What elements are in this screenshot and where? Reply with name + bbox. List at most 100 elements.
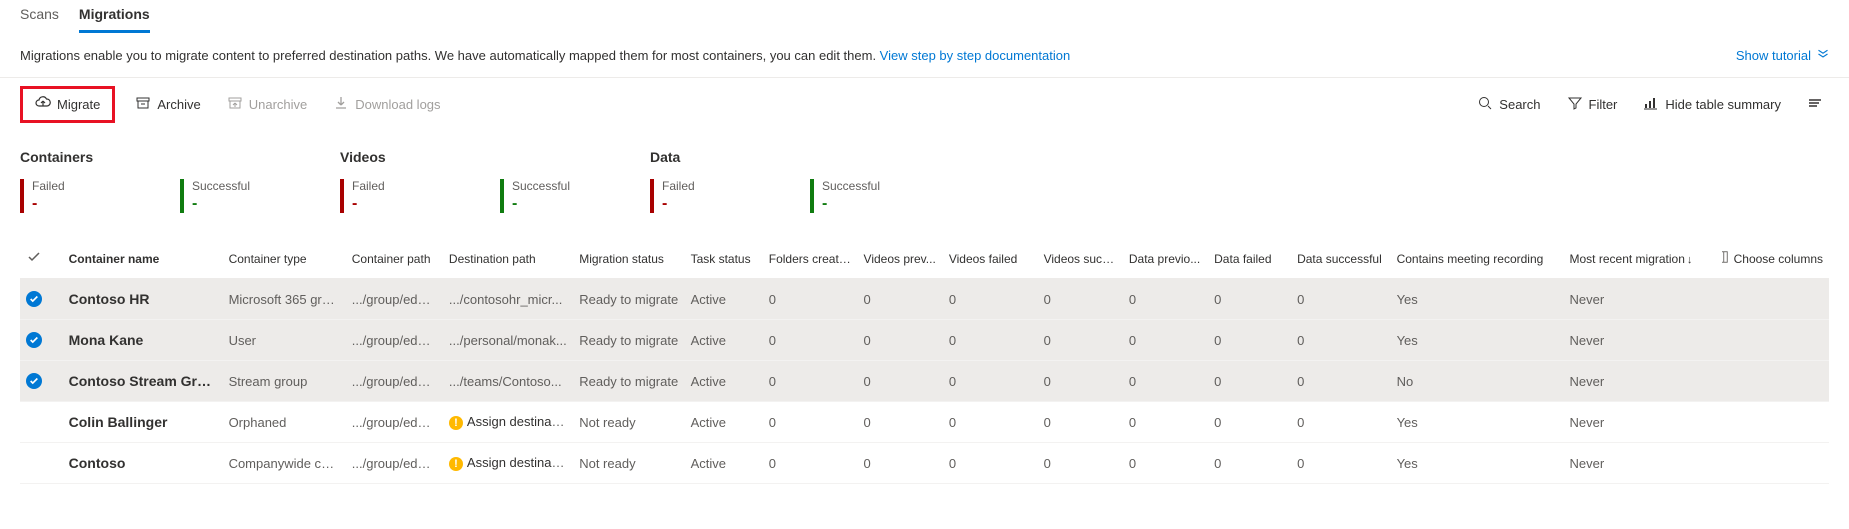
cell-fold: 0: [763, 402, 858, 443]
col-mrm[interactable]: Most recent migration↓: [1564, 239, 1723, 279]
col-df[interactable]: Data failed: [1208, 239, 1291, 279]
tab-scans[interactable]: Scans: [20, 0, 59, 33]
cell-dpath[interactable]: !Assign destination: [443, 443, 573, 484]
col-name[interactable]: Container name: [63, 239, 223, 279]
col-vp[interactable]: Videos prev...: [858, 239, 943, 279]
sort-down-icon: ↓: [1687, 254, 1693, 266]
cell-name[interactable]: Contoso: [63, 443, 223, 484]
filter-button[interactable]: Filter: [1561, 91, 1624, 118]
cell-vp: 0: [858, 279, 943, 320]
col-fold[interactable]: Folders created: [763, 239, 858, 279]
cell-select[interactable]: [20, 443, 63, 484]
col-cmr[interactable]: Contains meeting recording: [1391, 239, 1564, 279]
docs-link[interactable]: View step by step documentation: [880, 48, 1071, 63]
table-row[interactable]: ContosoCompanywide channel.../group/ed53…: [20, 443, 1829, 484]
table-wrap: Container name Container type Container …: [0, 239, 1849, 484]
checkmark-icon[interactable]: [26, 373, 42, 389]
cell-name[interactable]: Contoso HR: [63, 279, 223, 320]
col-ds[interactable]: Data successful: [1291, 239, 1391, 279]
cell-vs: 0: [1038, 443, 1123, 484]
col-dpath[interactable]: Destination path: [443, 239, 573, 279]
search-icon: [1477, 95, 1493, 114]
cell-mrm: Never: [1564, 361, 1723, 402]
cell-tstat: Active: [685, 402, 763, 443]
cell-vp: 0: [858, 402, 943, 443]
containers-failed-cell: Failed -: [20, 179, 90, 213]
migrate-button[interactable]: Migrate: [29, 91, 106, 118]
cell-type: Orphaned: [223, 402, 346, 443]
cell-select[interactable]: [20, 361, 63, 402]
cell-dpath: .../teams/Contoso...: [443, 361, 573, 402]
unarchive-icon: [227, 95, 243, 114]
hide-summary-button[interactable]: Hide table summary: [1637, 91, 1787, 118]
table-row[interactable]: Mona KaneUser.../group/ed53....../person…: [20, 320, 1829, 361]
search-label: Search: [1499, 97, 1540, 112]
videos-failed-cell: Failed -: [340, 179, 410, 213]
warning-icon: !: [449, 416, 463, 430]
checkmark-icon[interactable]: [26, 332, 42, 348]
data-success-value: -: [822, 195, 880, 213]
containers-failed-label: Failed: [32, 179, 90, 193]
cell-cpath: .../group/ed53...: [346, 361, 443, 402]
archive-button[interactable]: Archive: [129, 91, 206, 118]
table-body: Contoso HRMicrosoft 365 group.../group/e…: [20, 279, 1829, 484]
cell-dp: 0: [1123, 443, 1208, 484]
cell-cpath: .../group/ed53...: [346, 402, 443, 443]
cell-mrm: Never: [1564, 443, 1723, 484]
tab-migrations[interactable]: Migrations: [79, 0, 150, 33]
cell-dpath[interactable]: ! Assign destination: [443, 402, 573, 443]
download-icon: [333, 95, 349, 114]
col-type[interactable]: Container type: [223, 239, 346, 279]
summary-containers-title: Containers: [20, 149, 320, 165]
cell-df: 0: [1208, 443, 1291, 484]
archive-icon: [135, 95, 151, 114]
hide-summary-label: Hide table summary: [1665, 97, 1781, 112]
search-button[interactable]: Search: [1471, 91, 1546, 118]
cell-tstat: Active: [685, 279, 763, 320]
cell-cpath: .../group/ed53...: [346, 279, 443, 320]
col-mstat[interactable]: Migration status: [573, 239, 684, 279]
table-row[interactable]: Contoso HRMicrosoft 365 group.../group/e…: [20, 279, 1829, 320]
info-text-static: Migrations enable you to migrate content…: [20, 48, 880, 63]
cell-select[interactable]: [20, 402, 63, 443]
table-row[interactable]: Colin BallingerOrphaned.../group/ed53...…: [20, 402, 1829, 443]
summary-videos-title: Videos: [340, 149, 630, 165]
col-dp[interactable]: Data previo...: [1123, 239, 1208, 279]
col-vf[interactable]: Videos failed: [943, 239, 1038, 279]
cell-fold: 0: [763, 443, 858, 484]
assign-destination-link[interactable]: Assign destination: [467, 455, 573, 470]
col-cpath[interactable]: Container path: [346, 239, 443, 279]
col-mrm-label: Most recent migration: [1570, 252, 1685, 266]
chevron-double-down-icon: [1817, 48, 1829, 63]
cell-vs: 0: [1038, 279, 1123, 320]
cell-name[interactable]: Mona Kane: [63, 320, 223, 361]
more-button[interactable]: [1801, 91, 1829, 118]
summary-containers: Containers Failed - Successful -: [20, 149, 320, 213]
videos-success-cell: Successful -: [500, 179, 570, 213]
summary-data: Data Failed - Successful -: [650, 149, 950, 213]
cell-vp: 0: [858, 361, 943, 402]
col-tstat[interactable]: Task status: [685, 239, 763, 279]
download-logs-label: Download logs: [355, 97, 440, 112]
show-tutorial-button[interactable]: Show tutorial: [1736, 48, 1829, 63]
table-row[interactable]: Contoso Stream GroupStream group.../grou…: [20, 361, 1829, 402]
cell-fold: 0: [763, 279, 858, 320]
cell-cpath: .../group/ed53...: [346, 320, 443, 361]
cell-name[interactable]: Colin Ballinger: [63, 402, 223, 443]
assign-destination-link[interactable]: Assign destination: [467, 414, 573, 429]
cell-cmr: Yes: [1391, 402, 1564, 443]
cell-select[interactable]: [20, 320, 63, 361]
col-choose[interactable]: Choose columns: [1722, 239, 1829, 279]
col-select-all[interactable]: [20, 239, 63, 279]
cell-df: 0: [1208, 361, 1291, 402]
data-failed-label: Failed: [662, 179, 720, 193]
containers-failed-value: -: [32, 195, 90, 213]
checkmark-icon[interactable]: [26, 291, 42, 307]
cell-select[interactable]: [20, 279, 63, 320]
cell-mstat: Ready to migrate: [573, 320, 684, 361]
cell-vf: 0: [943, 361, 1038, 402]
col-vs[interactable]: Videos succ...: [1038, 239, 1123, 279]
cell-vp: 0: [858, 443, 943, 484]
cell-name[interactable]: Contoso Stream Group: [63, 361, 223, 402]
cloud-upload-icon: [35, 95, 51, 114]
